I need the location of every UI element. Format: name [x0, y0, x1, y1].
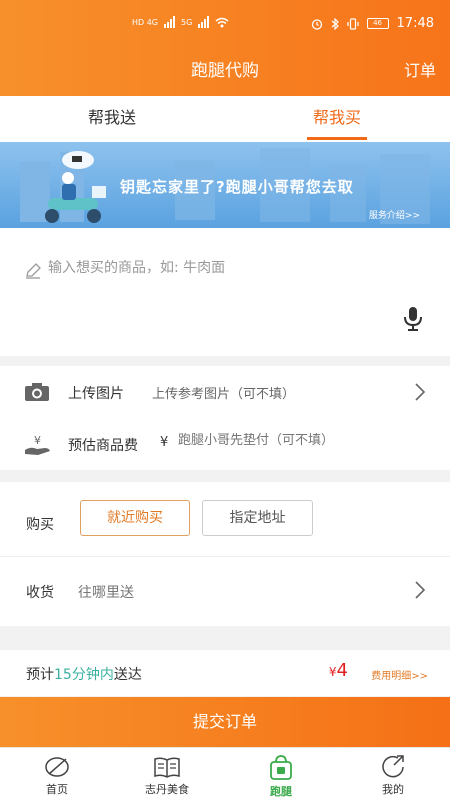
status-bar: HD 4G 5G 46 17:48: [0, 12, 450, 40]
camera-icon: [25, 383, 49, 401]
upload-image-row[interactable]: 上传图片 上传参考图片（可不填）: [0, 366, 450, 418]
tabbar-label-errand: 跑腿: [270, 785, 292, 798]
money-hand-icon: ¥: [25, 434, 50, 455]
tabbar-label-profile: 我的: [382, 783, 404, 796]
status-time: 17:48: [396, 16, 434, 31]
nav-bar: 跑腿代购 订单: [0, 56, 450, 86]
home-leaf-icon: [45, 757, 69, 777]
buy-label: 购买: [26, 517, 54, 533]
vibrate-icon: [346, 17, 359, 30]
profile-icon: [382, 755, 404, 778]
estimate-prefix: 预计: [26, 667, 54, 683]
chevron-right-icon: [415, 383, 426, 401]
network-indicators: HD 4G 5G: [132, 16, 229, 28]
price-currency: ¥: [160, 435, 169, 450]
tab-buy[interactable]: 帮我买: [277, 96, 397, 142]
tab-send[interactable]: 帮我送: [52, 96, 172, 142]
tabbar-item-profile[interactable]: 我的: [348, 748, 438, 800]
tabbar-item-home[interactable]: 首页: [12, 748, 102, 800]
estimate-time: 15分钟内: [54, 667, 114, 683]
receive-hint: 往哪里送: [78, 585, 134, 601]
tab-buy-label: 帮我买: [312, 108, 361, 127]
signal-icon-2: [198, 16, 210, 28]
estimate-bar: 预计15分钟内送达 ¥4 费用明细>>: [0, 650, 450, 696]
tab-send-label: 帮我送: [87, 108, 136, 127]
receive-row[interactable]: 收货 往哪里送: [0, 564, 450, 616]
header: HD 4G 5G 46 17:48 跑腿代购 订单: [0, 0, 450, 96]
delivery-fee: ¥4: [329, 660, 348, 681]
fee-details-link[interactable]: 费用明细>>: [371, 667, 428, 682]
bottom-tab-bar: 首页 志丹美食 跑腿 我的: [0, 747, 450, 800]
network-label-left: HD 4G: [132, 17, 159, 27]
fee-currency: ¥: [328, 665, 337, 679]
tabbar-label-food: 志丹美食: [145, 783, 189, 796]
product-input[interactable]: [48, 260, 378, 276]
purchase-section: 购买 就近购买 指定地址 收货 往哪里送: [0, 482, 450, 626]
tabbar-item-errand[interactable]: 跑腿: [236, 748, 326, 800]
network-label-right: 5G: [181, 17, 193, 27]
signal-icon: [164, 16, 176, 28]
buy-nearby-button[interactable]: 就近购买: [80, 500, 190, 536]
fee-amount: 4: [336, 660, 348, 681]
service-intro-link[interactable]: 服务介绍>>: [369, 208, 420, 221]
buy-specified-address-button[interactable]: 指定地址: [202, 500, 313, 536]
svg-text:¥: ¥: [34, 434, 41, 447]
tabbar-item-food[interactable]: 志丹美食: [122, 748, 212, 800]
receive-label: 收货: [26, 585, 54, 601]
upload-hint: 上传参考图片（可不填）: [152, 387, 296, 402]
orders-link[interactable]: 订单: [404, 56, 436, 86]
wifi-icon: [215, 17, 229, 27]
details-section: 上传图片 上传参考图片（可不填） ¥ 预估商品费 ¥: [0, 366, 450, 470]
bluetooth-icon: [331, 17, 339, 30]
microphone-icon[interactable]: [403, 306, 423, 332]
upload-label: 上传图片: [68, 386, 124, 402]
price-label: 预估商品费: [68, 438, 138, 454]
alarm-icon: [311, 18, 322, 30]
tabbar-label-home: 首页: [46, 783, 68, 796]
chevron-right-icon: [415, 581, 426, 599]
banner-headline: 钥匙忘家里了?跑腿小哥帮您去取: [120, 178, 354, 196]
divider: [0, 556, 450, 557]
product-input-section: [0, 228, 450, 356]
submit-order-button[interactable]: 提交订单: [0, 697, 450, 747]
promo-banner[interactable]: 钥匙忘家里了?跑腿小哥帮您去取 服务介绍>>: [0, 142, 450, 228]
status-right: 46 17:48: [311, 16, 434, 31]
battery-icon: 46: [366, 18, 389, 29]
page-title: 跑腿代购: [191, 61, 259, 81]
mode-tabs: 帮我送 帮我买: [0, 96, 450, 142]
price-input[interactable]: [178, 433, 398, 448]
tab-active-indicator: [307, 137, 367, 140]
estimate-suffix: 送达: [113, 667, 142, 683]
delivery-estimate: 预计15分钟内送达: [26, 664, 142, 684]
delivery-rider-icon: [45, 151, 106, 223]
pencil-icon: [26, 263, 41, 279]
shopping-bag-icon: [270, 755, 292, 780]
estimated-price-row[interactable]: ¥ 预估商品费 ¥: [0, 418, 450, 470]
book-icon: [154, 757, 180, 778]
